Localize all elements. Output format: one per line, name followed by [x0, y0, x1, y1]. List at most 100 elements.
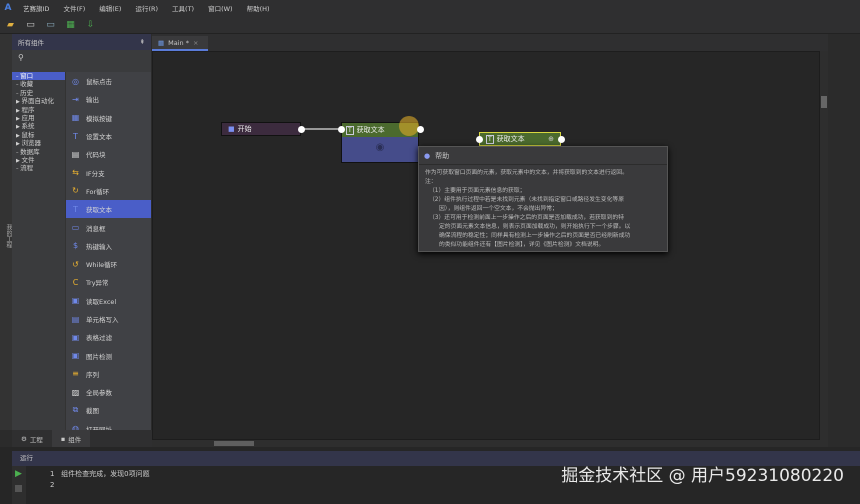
- run-icon[interactable]: ▦: [65, 20, 76, 30]
- tree-item[interactable]: ▶ 应用: [12, 114, 65, 122]
- help-line: 作为可获取窗口页面的元素，获取元素中的文本，并将获取到的文本进行返回。: [425, 170, 628, 176]
- output-port[interactable]: [298, 126, 305, 133]
- menu-item[interactable]: 工具(T): [165, 3, 201, 13]
- deploy-icon[interactable]: ⇩: [85, 20, 96, 30]
- app-logo-icon: A: [4, 3, 12, 13]
- component-item[interactable]: ↺ While循环: [66, 255, 151, 273]
- stop-icon[interactable]: [15, 485, 22, 492]
- component-label: Try异常: [86, 279, 109, 288]
- input-port[interactable]: [338, 126, 345, 133]
- open-folder-icon[interactable]: ▰: [5, 20, 16, 30]
- line-number: 1: [50, 470, 55, 478]
- output-port[interactable]: [558, 136, 565, 143]
- tab-label: 组件: [68, 435, 82, 444]
- component-item[interactable]: ▨ 全局参数: [66, 383, 151, 401]
- component-label: For循环: [86, 187, 110, 196]
- component-icon: T: [73, 204, 78, 214]
- component-item[interactable]: ≡ 序列: [66, 365, 151, 383]
- save-as-icon[interactable]: ▭: [45, 20, 56, 30]
- collapse-icon[interactable]: ⇞: [140, 38, 145, 46]
- camera-icon[interactable]: ◉: [342, 137, 418, 153]
- node-label: 开始: [237, 125, 252, 133]
- tree-label: 历史: [20, 88, 34, 97]
- vertical-scrollbar[interactable]: [820, 51, 828, 440]
- tree-item[interactable]: ▶ 系统: [12, 122, 65, 130]
- node-start[interactable]: ■ 开始: [221, 122, 301, 136]
- component-list: ◎ 鼠标点击 ⇥ 输出 ▦ 模拟按键 T 设置文本 ▤ 代码块 ⇆ IF分支 ↻ For循环 T 获取文本 ▭ 消…: [65, 72, 151, 434]
- text-icon: T: [346, 125, 354, 135]
- menu-item[interactable]: 运行(R): [128, 3, 165, 13]
- tree-item[interactable]: – 历史: [12, 89, 65, 97]
- tab-project[interactable]: ⚙ 工程: [12, 430, 52, 447]
- menu-item[interactable]: 帮助(H): [240, 3, 277, 13]
- tree-label: 流程: [20, 164, 34, 173]
- line-number: 2: [50, 481, 55, 489]
- play-icon[interactable]: ▶: [12, 466, 26, 479]
- help-line: （3）还可用于检测前面上一步操作之后的页面是否加载成功，若获取到的特: [429, 215, 624, 221]
- search-icon: ⚲: [18, 52, 24, 62]
- component-icon: ▦: [71, 113, 80, 123]
- component-label: 截图: [86, 407, 99, 416]
- component-item[interactable]: $ 热键输入: [66, 237, 151, 255]
- component-icon: ◎: [72, 76, 79, 86]
- component-item[interactable]: ▣ 图片检测: [66, 346, 151, 364]
- tree-item[interactable]: ▶ 界面自动化: [12, 97, 65, 105]
- close-icon[interactable]: ×: [193, 39, 198, 47]
- text-icon: T: [486, 134, 494, 144]
- tree-item[interactable]: – 数据库: [12, 148, 65, 156]
- component-icon: ▣: [71, 332, 80, 342]
- tree-label: 浏览器: [21, 139, 41, 148]
- component-label: 序列: [86, 370, 99, 379]
- editor-tab-bar: [152, 34, 828, 51]
- tree-item[interactable]: ▶ 鼠标: [12, 131, 65, 139]
- tree-item[interactable]: – 收藏: [12, 80, 65, 88]
- tab-components[interactable]: ▪ 组件: [51, 430, 91, 447]
- menu-item[interactable]: 艺赛旗ID: [16, 3, 56, 13]
- component-item[interactable]: ↻ For循环: [66, 182, 151, 200]
- tree-label: 窗口: [20, 72, 34, 80]
- tab-main[interactable]: ▦ Main * ×: [152, 36, 208, 51]
- component-item[interactable]: ▣ 读取Excel: [66, 292, 151, 310]
- tree-item[interactable]: ▶ 程序: [12, 106, 65, 114]
- tree-label: 鼠标: [21, 130, 35, 139]
- search-input[interactable]: ⚲: [12, 50, 151, 64]
- component-label: 消息框: [86, 224, 106, 233]
- component-item[interactable]: ⧉ 截图: [66, 401, 151, 419]
- component-item[interactable]: ▤ 单元格写入: [66, 310, 151, 328]
- component-item[interactable]: C Try异常: [66, 273, 151, 291]
- help-line: （1）主要用于页面元素信息的获取；: [429, 188, 526, 194]
- component-item[interactable]: ⇆ IF分支: [66, 163, 151, 181]
- output-port[interactable]: [417, 126, 424, 133]
- component-item[interactable]: T 获取文本: [66, 200, 151, 219]
- component-label: 输出: [86, 96, 99, 105]
- component-item[interactable]: ▭ 消息框: [66, 218, 151, 236]
- horizontal-scrollbar[interactable]: [152, 440, 828, 447]
- component-item[interactable]: ⇥ 输出: [66, 90, 151, 108]
- input-port[interactable]: [476, 136, 483, 143]
- component-label: 获取文本: [86, 206, 112, 215]
- component-item[interactable]: ▤ 代码块: [66, 145, 151, 163]
- save-icon[interactable]: ▭: [25, 20, 36, 30]
- bottom-tabs: ⚙ 工程 ▪ 组件: [12, 430, 152, 447]
- component-item[interactable]: T 设置文本: [66, 127, 151, 145]
- node-label: 获取文本: [496, 135, 525, 143]
- component-icon: ▣: [71, 351, 80, 361]
- component-item[interactable]: ▦ 模拟按键: [66, 109, 151, 127]
- menu-item[interactable]: 窗口(W): [201, 3, 240, 13]
- node-get-text-2[interactable]: T 获取文本 ⊕: [479, 132, 561, 146]
- component-label: 读取Excel: [86, 297, 117, 306]
- component-icon: ↺: [72, 259, 79, 269]
- tree-item[interactable]: – 流程: [12, 164, 65, 172]
- component-label: 鼠标点击: [86, 78, 112, 87]
- menu-item[interactable]: 编辑(E): [92, 3, 128, 13]
- menu-item[interactable]: 文件(F): [56, 3, 92, 13]
- component-icon: ▣: [71, 296, 80, 306]
- project-side-tab[interactable]: 我的工程: [0, 34, 12, 430]
- tree-item[interactable]: ▶ 浏览器: [12, 139, 65, 147]
- component-item[interactable]: ◎ 鼠标点击: [66, 72, 151, 90]
- component-icon: ▤: [71, 314, 80, 324]
- panel-title: 所有组件: [18, 39, 44, 47]
- component-item[interactable]: ▣ 表格过滤: [66, 328, 151, 346]
- menu-bar: A 艺赛旗ID 文件(F) 编辑(E) 运行(R) 工具(T) 窗口(W) 帮助(H): [0, 0, 860, 16]
- crosshair-icon[interactable]: ⊕: [548, 135, 554, 143]
